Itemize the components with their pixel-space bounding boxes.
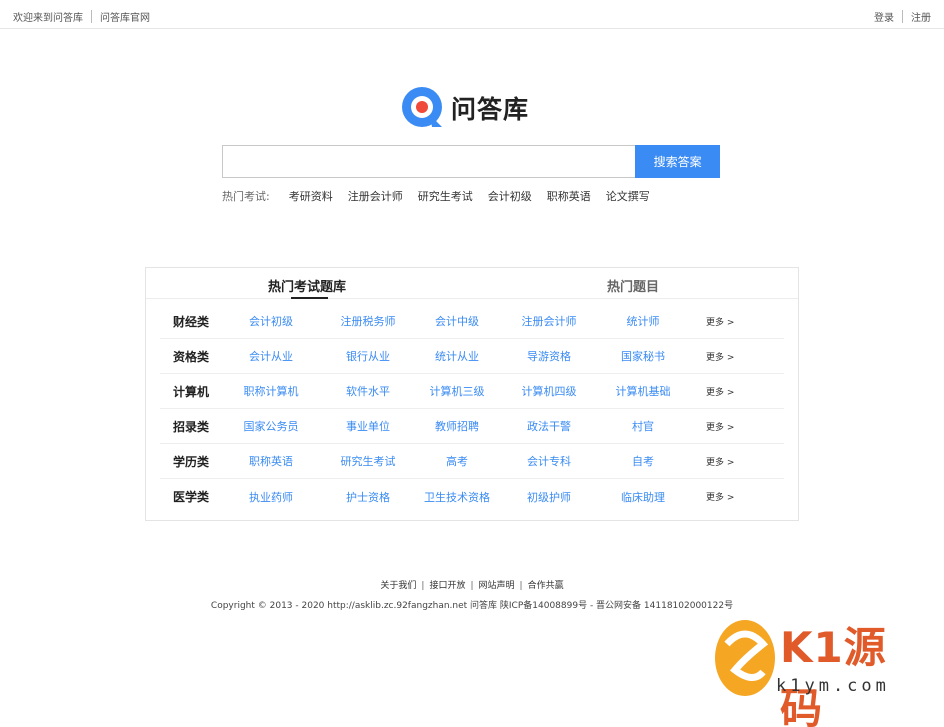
- exam-link[interactable]: 会计专科: [527, 453, 571, 469]
- more-link[interactable]: 更多 >: [706, 315, 734, 328]
- divider: |: [519, 581, 523, 591]
- category-label: 招录类: [173, 419, 210, 434]
- category-row: 学历类 职称英语 研究生考试 高考 会计专科 自考 更多 >: [160, 444, 784, 479]
- exam-link[interactable]: 统计师: [627, 313, 660, 329]
- exam-link[interactable]: 政法干警: [527, 418, 571, 434]
- more-link[interactable]: 更多 >: [706, 385, 734, 398]
- hot-exams-label: 热门考试:: [222, 190, 270, 203]
- exam-link[interactable]: 注册税务师: [341, 313, 396, 329]
- copyright-text: Copyright © 2013 - 2020 http://asklib.zc…: [210, 601, 734, 611]
- exam-link[interactable]: 国家公务员: [244, 418, 299, 434]
- hot-exam-link[interactable]: 注册会计师: [348, 188, 403, 204]
- exam-link[interactable]: 执业药师: [249, 489, 293, 505]
- watermark-url: k1ym.com: [776, 676, 890, 696]
- more-link[interactable]: 更多 >: [706, 490, 734, 503]
- hot-exam-link[interactable]: 论文撰写: [606, 188, 650, 204]
- top-bar: 欢迎来到问答库 问答库官网 登录 注册: [0, 0, 944, 29]
- category-label: 学历类: [173, 454, 210, 469]
- category-row: 资格类 会计从业 银行从业 统计从业 导游资格 国家秘书 更多 >: [160, 339, 784, 374]
- footer-link-about[interactable]: 关于我们: [380, 581, 416, 591]
- exam-link[interactable]: 软件水平: [346, 383, 390, 399]
- divider: [902, 10, 903, 23]
- exam-link[interactable]: 自考: [632, 453, 654, 469]
- exam-link[interactable]: 国家秘书: [621, 348, 665, 364]
- exam-link[interactable]: 教师招聘: [435, 418, 479, 434]
- divider: [91, 10, 92, 23]
- exam-link[interactable]: 卫生技术资格: [424, 489, 490, 505]
- logo-text: 问答库: [451, 95, 530, 124]
- more-link[interactable]: 更多 >: [706, 420, 734, 433]
- search-button[interactable]: 搜索答案: [635, 145, 720, 178]
- more-link[interactable]: 更多 >: [706, 455, 734, 468]
- watermark-logo-icon: [715, 620, 775, 696]
- exam-link[interactable]: 计算机四级: [522, 383, 577, 399]
- site-logo[interactable]: 问答库: [401, 86, 529, 130]
- category-row: 招录类 国家公务员 事业单位 教师招聘 政法干警 村官 更多 >: [160, 409, 784, 444]
- exam-link[interactable]: 初级护师: [527, 489, 571, 505]
- watermark: K1源码 k1ym.com: [713, 614, 923, 727]
- footer-link-statement[interactable]: 网站声明: [479, 581, 515, 591]
- exam-link[interactable]: 研究生考试: [341, 453, 396, 469]
- category-label: 医学类: [173, 490, 210, 504]
- category-rows: 财经类 会计初级 注册税务师 会计中级 注册会计师 统计师 更多 > 资格类 会计从业 银行从业统…: [160, 304, 784, 514]
- hot-exam-link[interactable]: 考研资料: [289, 188, 333, 204]
- exam-link[interactable]: 银行从业: [346, 348, 390, 364]
- exam-link[interactable]: 事业单位: [346, 418, 390, 434]
- exam-link[interactable]: 村官: [632, 418, 654, 434]
- more-link[interactable]: 更多 >: [706, 350, 734, 363]
- search-input[interactable]: [222, 145, 636, 178]
- footer-links: 关于我们 | 接口开放 | 网站声明 | 合作共赢: [0, 578, 944, 591]
- category-row: 计算机 职称计算机 软件水平 计算机三级 计算机四级 计算机基础 更多 >: [160, 374, 784, 409]
- exam-link[interactable]: 职称计算机: [244, 383, 299, 399]
- welcome-text: 欢迎来到问答库: [13, 13, 83, 24]
- exam-link[interactable]: 统计从业: [435, 348, 479, 364]
- top-bar-right: 登录 注册: [874, 9, 931, 24]
- category-label: 资格类: [173, 349, 210, 364]
- exam-link[interactable]: 会计从业: [249, 348, 293, 364]
- exam-link[interactable]: 注册会计师: [522, 313, 577, 329]
- exam-link[interactable]: 护士资格: [346, 489, 390, 505]
- footer-link-api[interactable]: 接口开放: [429, 581, 465, 591]
- footer-link-cooperation[interactable]: 合作共赢: [528, 581, 564, 591]
- category-label: 财经类: [173, 314, 210, 329]
- hot-exam-link[interactable]: 职称英语: [547, 188, 591, 204]
- hot-exam-link[interactable]: 会计初级: [488, 188, 532, 204]
- top-bar-left: 欢迎来到问答库 问答库官网: [13, 9, 150, 24]
- exam-link[interactable]: 导游资格: [527, 348, 571, 364]
- tab-hot-questions[interactable]: 热门题目: [607, 276, 659, 295]
- register-link[interactable]: 注册: [911, 9, 931, 24]
- divider: |: [470, 581, 474, 591]
- watermark-text: K1源码: [780, 623, 887, 727]
- login-link[interactable]: 登录: [874, 9, 894, 24]
- category-row: 医学类 执业药师 护士资格 卫生技术资格 初级护师 临床助理 更多 >: [160, 479, 784, 514]
- panel-tabs: 热门考试题库 热门题目: [146, 268, 798, 299]
- exam-link[interactable]: 高考: [446, 453, 468, 469]
- divider: |: [421, 581, 425, 591]
- exam-link[interactable]: 临床助理: [621, 489, 665, 505]
- category-label: 计算机: [173, 384, 210, 399]
- exam-panel: 热门考试题库 热门题目 财经类 会计初级 注册税务师 会计中级 注册会计师 统计师 更多 >…: [145, 267, 799, 521]
- logo-q-icon: [402, 87, 442, 127]
- search-bar: 搜索答案: [222, 145, 720, 178]
- active-tab-underline: [291, 297, 328, 299]
- exam-link[interactable]: 职称英语: [249, 453, 293, 469]
- exam-link[interactable]: 计算机三级: [430, 383, 485, 399]
- exam-link[interactable]: 计算机基础: [616, 383, 671, 399]
- official-site-link[interactable]: 问答库官网: [100, 9, 150, 24]
- exam-link[interactable]: 会计中级: [435, 313, 479, 329]
- exam-link[interactable]: 会计初级: [249, 313, 293, 329]
- hot-exam-link[interactable]: 研究生考试: [418, 188, 473, 204]
- hot-exams: 热门考试: 考研资料 注册会计师 研究生考试 会计初级 职称英语 论文撰写: [222, 188, 665, 204]
- tab-hot-exam-banks[interactable]: 热门考试题库: [268, 276, 346, 295]
- category-row: 财经类 会计初级 注册税务师 会计中级 注册会计师 统计师 更多 >: [160, 304, 784, 339]
